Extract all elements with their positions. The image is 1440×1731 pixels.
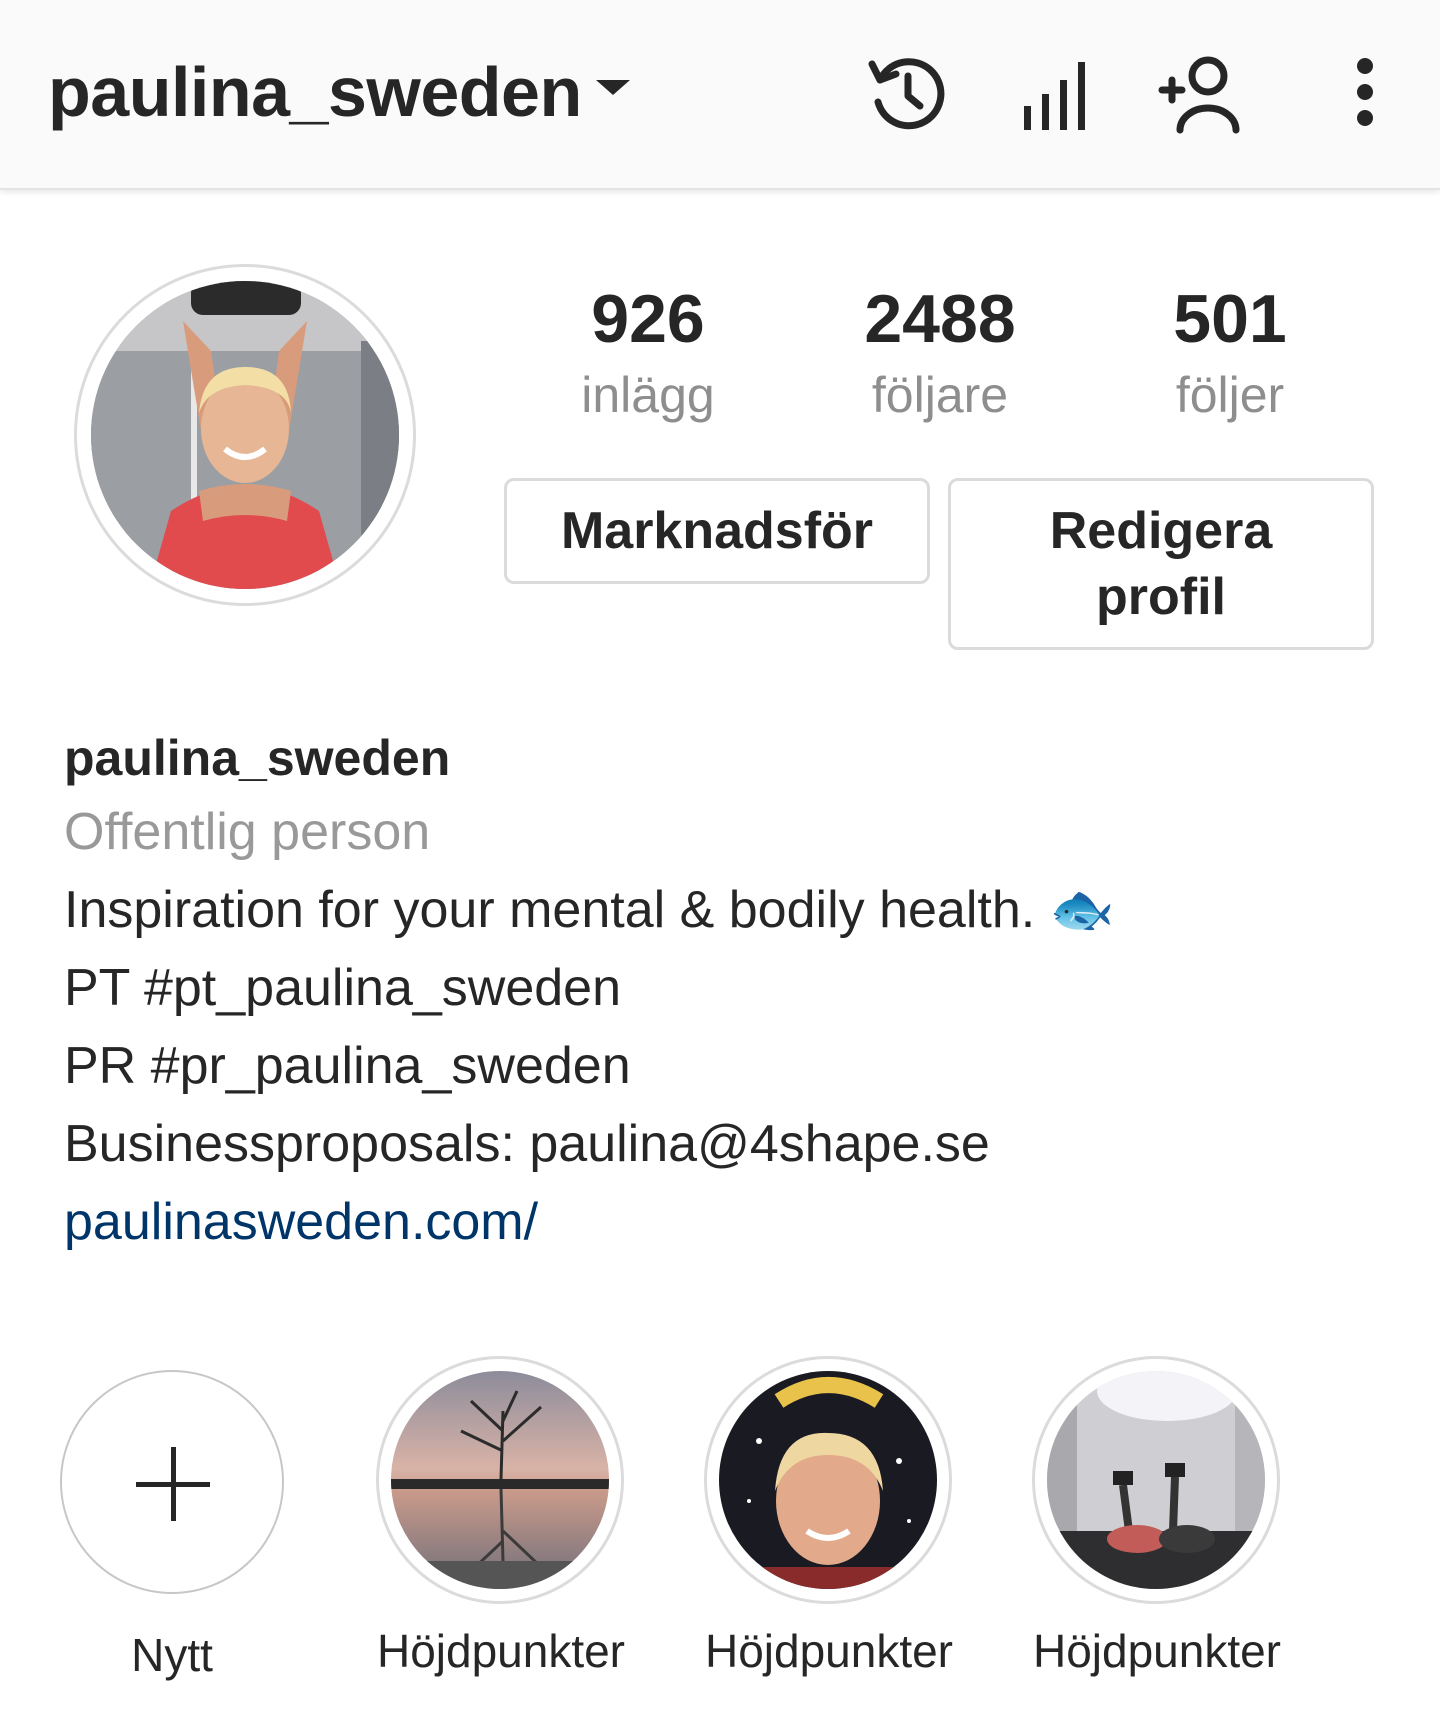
top-bar: paulina_sweden: [0, 0, 1440, 190]
stat-posts[interactable]: 926 inlägg: [538, 280, 758, 424]
highlight-label: Höjdpunkter: [1032, 1625, 1282, 1677]
stat-following-label: följer: [1175, 367, 1285, 423]
highlight-label: Höjdpunkter: [704, 1625, 954, 1677]
new-highlight-label: Nytt: [131, 1629, 213, 1681]
avatar[interactable]: [91, 281, 399, 589]
account-switcher-username[interactable]: paulina_sweden: [48, 52, 582, 132]
stat-followers-count: 2488: [864, 281, 1016, 357]
highlight-thumbnail-selfie: [719, 1371, 937, 1589]
insights-bar-chart-icon[interactable]: [1014, 50, 1104, 140]
bio-line-2[interactable]: PT #pt_paulina_sweden: [64, 958, 621, 1018]
discover-people-icon[interactable]: [1158, 50, 1248, 140]
stat-followers-label: följare: [871, 367, 1009, 423]
bio-line-4: Businessproposals: paulina@4shape.se: [64, 1115, 990, 1173]
highlight-thumbnail-lake: [391, 1371, 609, 1589]
edit-profile-label-line2: profil: [1096, 568, 1226, 626]
stat-following-count: 501: [1173, 281, 1287, 357]
bio-line-1: Inspiration for your mental & bodily hea…: [64, 881, 1115, 939]
plus-icon-vertical: [171, 1447, 176, 1521]
stat-followers[interactable]: 2488 följare: [830, 280, 1050, 424]
profile-avatar-ring[interactable]: [74, 264, 416, 606]
promote-button[interactable]: Marknadsför: [504, 478, 930, 584]
highlight-ring: [376, 1356, 624, 1604]
bio-line-3[interactable]: PR #pr_paulina_sweden: [64, 1036, 631, 1096]
highlight-ring: [1032, 1356, 1280, 1604]
highlight-ring: [704, 1356, 952, 1604]
bio-category: Offentlig person: [64, 803, 431, 861]
new-highlight-button[interactable]: [60, 1370, 284, 1594]
archive-history-icon[interactable]: [862, 50, 952, 140]
stat-posts-count: 926: [591, 281, 705, 357]
edit-profile-button[interactable]: Redigera profil: [948, 478, 1374, 650]
bio-website-link[interactable]: paulinasweden.com/: [64, 1192, 538, 1252]
stat-posts-label: inlägg: [581, 367, 715, 423]
highlight-thumbnail-workout: [1047, 1371, 1265, 1589]
promote-button-label: Marknadsför: [560, 502, 874, 560]
more-options-icon[interactable]: [1320, 50, 1410, 140]
stat-following[interactable]: 501 följer: [1120, 280, 1340, 424]
highlight-label: Höjdpunkter: [376, 1625, 626, 1677]
edit-profile-label-line1: Redigera: [1049, 502, 1273, 560]
chevron-down-icon[interactable]: [596, 80, 630, 95]
bio-name: paulina_sweden: [64, 730, 451, 786]
